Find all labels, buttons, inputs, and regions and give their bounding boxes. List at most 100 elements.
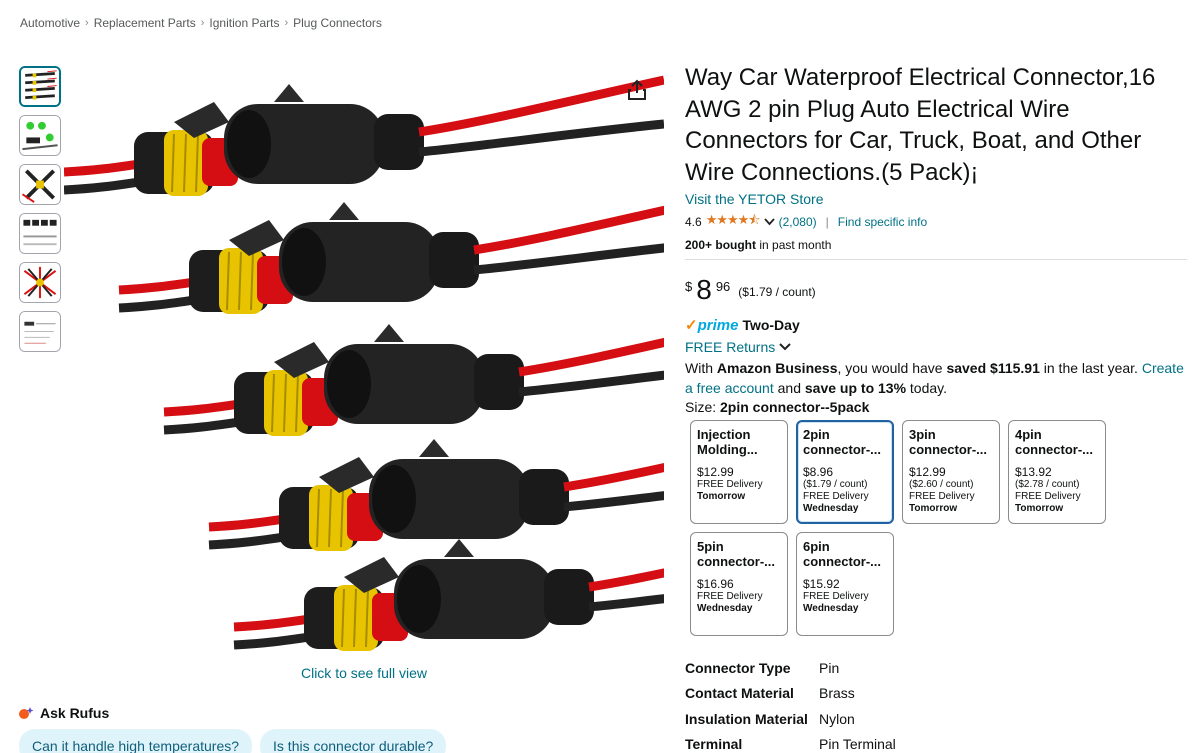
- bought-rest: in past month: [756, 238, 832, 252]
- rufus-icon: [19, 707, 34, 719]
- size-option-3pin[interactable]: 3pin connector-... $12.99 ($2.60 / count…: [902, 420, 1000, 524]
- spec-row: Terminal Pin Terminal: [685, 732, 1187, 753]
- breadcrumb-separator: ›: [284, 17, 289, 29]
- spec-value: Brass: [819, 685, 855, 702]
- spec-value: Pin Terminal: [819, 736, 896, 753]
- product-specs-table: Connector Type Pin Contact Material Brass …: [685, 655, 1187, 753]
- spec-key: Insulation Material: [685, 710, 808, 727]
- size-options: Injection Molding... $12.99 FREE Deliver…: [685, 420, 1187, 636]
- rating-row: 4.6 ★★★★⯪ (2,080) | Find specific info: [685, 211, 1187, 233]
- biz-text: in the last year.: [1039, 360, 1142, 376]
- thumbnail-strip: [19, 66, 61, 352]
- size-option-name: 2pin connector-...: [803, 427, 882, 457]
- breadcrumb-separator: ›: [85, 17, 89, 29]
- biz-text: With: [685, 360, 717, 376]
- size-option-unit: ($2.60 / count): [909, 479, 974, 490]
- prime-two-day: Two-Day: [742, 317, 800, 333]
- rufus-suggestions: Can it handle high temperatures? Is this…: [19, 729, 447, 753]
- product-title: Way Car Waterproof Electrical Connector,…: [685, 64, 1156, 186]
- biz-text: today.: [906, 380, 948, 396]
- size-option-day: Tomorrow: [1015, 503, 1064, 514]
- size-option-unit: ($2.78 / count): [1015, 479, 1080, 490]
- bought-in-past-month: 200+ bought in past month: [685, 238, 1187, 252]
- size-option-price: $13.92: [1015, 465, 1052, 479]
- chevron-down-icon[interactable]: [763, 218, 775, 226]
- spec-key: Terminal: [685, 736, 743, 753]
- spec-value: Nylon: [819, 710, 855, 727]
- spec-row: Connector Type Pin: [685, 655, 1187, 681]
- thumbnail-6[interactable]: [19, 311, 61, 352]
- ask-rufus-label: Ask Rufus: [40, 705, 110, 721]
- size-option-delivery: FREE Delivery: [909, 491, 975, 502]
- free-returns-link[interactable]: FREE Returns: [685, 339, 1187, 355]
- spec-key: Contact Material: [685, 685, 794, 702]
- size-option-day: Tomorrow: [697, 491, 746, 502]
- divider: |: [825, 215, 829, 229]
- size-option-price: $12.99: [909, 465, 946, 479]
- price: $ 8 96 ($1.79 / count): [685, 276, 1187, 304]
- free-returns-label: FREE Returns: [685, 339, 776, 355]
- breadcrumb-separator: ›: [200, 17, 205, 29]
- thumbnail-1[interactable]: [19, 66, 61, 107]
- size-option-day: Wednesday: [803, 603, 859, 614]
- rating-value: 4.6: [685, 215, 702, 229]
- size-option-unit: ($1.79 / count): [803, 479, 868, 490]
- size-option-name: 5pin connector-...: [697, 539, 776, 569]
- biz-save-up-to: save up to 13%: [804, 380, 907, 396]
- full-view-link[interactable]: Click to see full view: [64, 665, 664, 681]
- share-icon[interactable]: [626, 78, 648, 102]
- store-link[interactable]: Visit the YETOR Store: [685, 191, 1187, 207]
- price-symbol: $: [685, 279, 693, 294]
- size-option-delivery: FREE Delivery: [1015, 491, 1081, 502]
- thumbnail-5[interactable]: [19, 262, 61, 303]
- breadcrumb-automotive[interactable]: Automotive: [20, 16, 80, 30]
- size-option-price: $16.96: [697, 577, 734, 591]
- thumbnail-4[interactable]: [19, 213, 61, 254]
- size-option-day: Wednesday: [803, 503, 859, 514]
- biz-bold: Amazon Business: [716, 360, 838, 376]
- rufus-chip-temperature[interactable]: Can it handle high temperatures?: [19, 729, 253, 753]
- size-option-5pin[interactable]: 5pin connector-... $16.96 FREE Delivery …: [690, 532, 788, 636]
- star-rating-icon[interactable]: ★★★★⯪: [706, 211, 761, 233]
- chevron-down-icon: [779, 343, 791, 351]
- size-option-name: Injection Molding...: [697, 427, 758, 457]
- spec-row: Contact Material Brass: [685, 681, 1187, 707]
- thumbnail-3[interactable]: [19, 164, 61, 205]
- size-option-price: $8.96: [803, 465, 834, 479]
- size-option-2pin[interactable]: 2pin connector-... $8.96 ($1.79 / count)…: [796, 420, 894, 524]
- size-option-6pin[interactable]: 6pin connector-... $15.92 FREE Delivery …: [796, 532, 894, 636]
- prime-check-icon: ✓: [685, 317, 698, 334]
- find-specific-info-link[interactable]: Find specific info: [838, 215, 927, 229]
- breadcrumb-ignition-parts[interactable]: Ignition Parts: [209, 16, 279, 30]
- thumbnail-2[interactable]: [19, 115, 61, 156]
- ask-rufus-header: Ask Rufus: [18, 705, 109, 721]
- size-option-delivery: FREE Delivery: [697, 591, 763, 602]
- price-fraction: 96: [715, 279, 731, 294]
- bought-count: 200+ bought: [685, 238, 757, 252]
- rufus-chip-durable[interactable]: Is this connector durable?: [260, 729, 447, 753]
- main-product-image[interactable]: [64, 62, 664, 662]
- amazon-business-promo: With Amazon Business, you would have sav…: [685, 358, 1187, 398]
- size-selected-value: 2pin connector--5pack: [720, 399, 870, 415]
- price-whole: 8: [696, 274, 712, 305]
- size-option-4pin[interactable]: 4pin connector-... $13.92 ($2.78 / count…: [1008, 420, 1106, 524]
- prime-badge: ✓ prime Two-Day: [685, 316, 1187, 335]
- size-option-name: 6pin connector-...: [803, 539, 882, 569]
- size-option-injection-molding[interactable]: Injection Molding... $12.99 FREE Deliver…: [690, 420, 788, 524]
- spec-row: Insulation Material Nylon: [685, 706, 1187, 732]
- size-option-price: $12.99: [697, 465, 734, 479]
- breadcrumb-replacement-parts[interactable]: Replacement Parts: [94, 16, 196, 30]
- size-label-prefix: Size:: [685, 399, 721, 415]
- breadcrumb-plug-connectors[interactable]: Plug Connectors: [293, 16, 382, 30]
- size-option-day: Tomorrow: [909, 503, 958, 514]
- size-option-delivery: FREE Delivery: [803, 491, 869, 502]
- size-option-name: 4pin connector-...: [1015, 427, 1094, 457]
- spec-key: Connector Type: [685, 659, 791, 676]
- size-label: Size: 2pin connector--5pack: [685, 399, 1187, 415]
- product-details: Way Car Waterproof Electrical Connector,…: [685, 62, 1187, 753]
- section-divider: [685, 259, 1187, 260]
- review-count-link[interactable]: (2,080): [779, 215, 817, 229]
- prime-logo: prime: [697, 316, 739, 334]
- connector-illustration: [64, 62, 664, 662]
- unit-price: ($1.79 / count): [738, 285, 816, 299]
